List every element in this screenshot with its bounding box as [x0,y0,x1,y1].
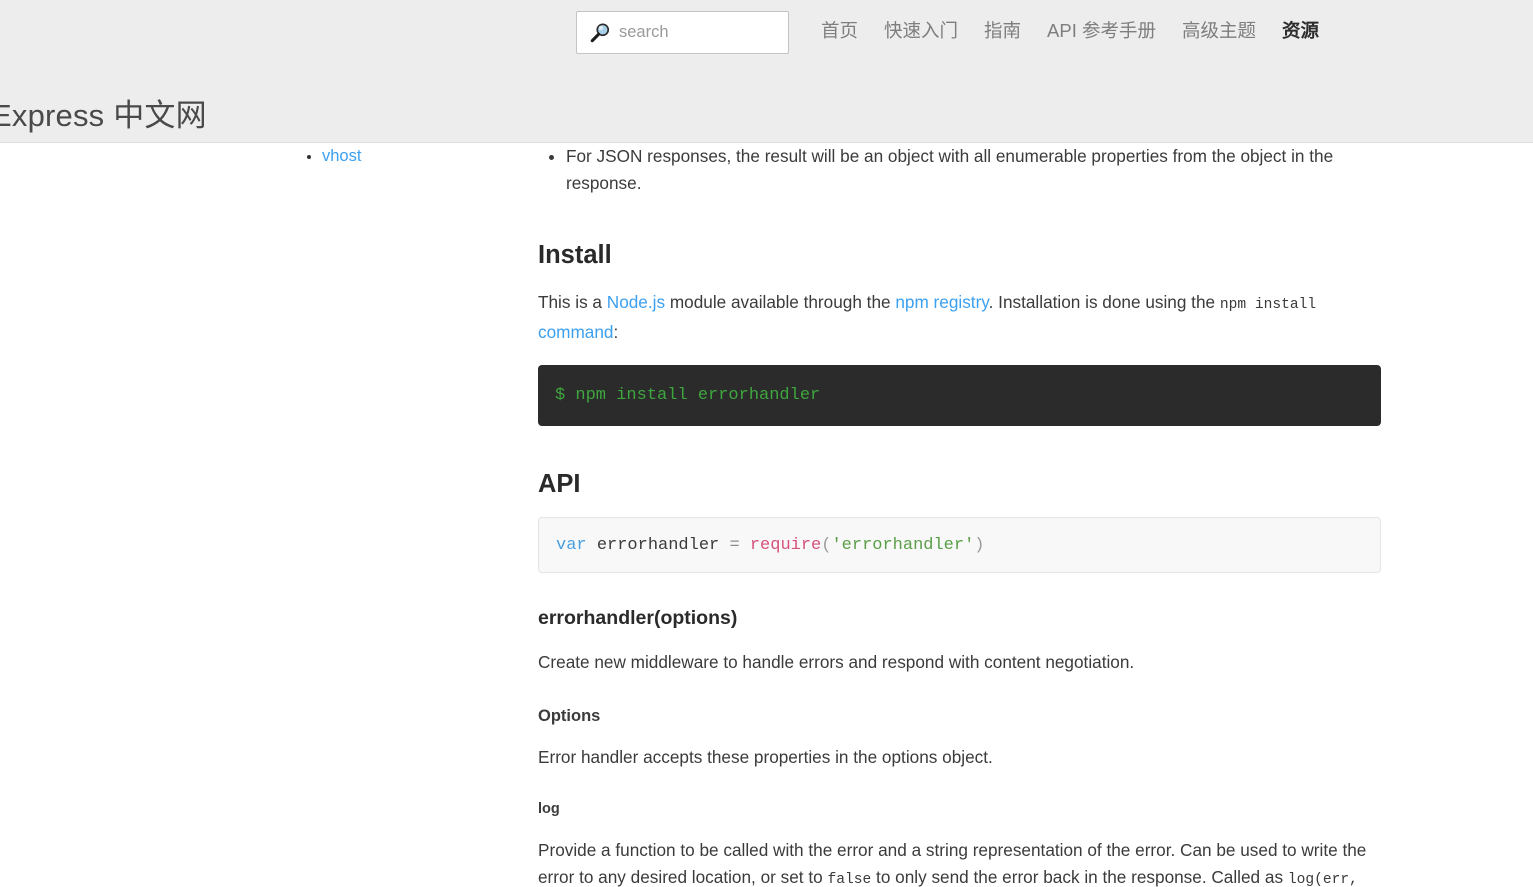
heading-install: Install [538,241,612,269]
sidebar: vhost [300,143,520,170]
heading-api: API [538,469,581,498]
token-operator: = [729,535,740,555]
heading-option-log: log [538,801,560,818]
nav-link-advanced-topics[interactable]: 高级主题 [1169,17,1269,43]
sidebar-item-vhost[interactable]: vhost [322,147,361,165]
search-input[interactable] [619,23,769,42]
token-paren-open: ( [821,535,832,555]
nav-link-resources[interactable]: 资源 [1269,17,1332,43]
site-header: 首页 快速入门 指南 API 参考手册 高级主题 资源 Express 中文网 [0,0,1533,143]
js-code-line: var errorhandler = require('errorhandler… [556,532,985,559]
install-text-1: This is a [538,291,607,312]
terminal-code-block: $ npm install errorhandler [538,364,1381,426]
token-keyword: var [556,535,587,555]
install-text-2: module available through the [665,291,896,312]
nav-link-api-reference[interactable]: API 参考手册 [1034,17,1169,43]
search-box[interactable] [576,11,789,54]
install-paragraph: This is a Node.js module available throu… [538,289,1381,346]
install-text-3: . Installation is done using the [988,291,1220,312]
main-content: For JSON responses, the result will be a… [538,143,1381,887]
heading-options: Options [538,706,601,725]
link-npm-registry[interactable]: npm registry [895,292,988,312]
js-code-block: var errorhandler = require('errorhandler… [538,517,1381,574]
inline-code-false: false [827,871,872,887]
inline-code-npm-install: npm install [1219,296,1317,313]
install-text-5: : [613,321,619,342]
link-command[interactable]: command [538,322,613,342]
link-nodejs[interactable]: Node.js [607,292,665,312]
nav-link-guide[interactable]: 指南 [971,17,1034,43]
intro-bullet-list: For JSON responses, the result will be a… [538,143,1381,197]
options-description: Error handler accepts these properties i… [538,747,993,768]
token-identifier: errorhandler [596,535,720,555]
list-item: vhost [322,143,520,170]
token-string: 'errorhandler' [831,535,975,555]
nav-link-quickstart[interactable]: 快速入门 [871,17,971,43]
heading-errorhandler-options: errorhandler(options) [538,607,738,630]
token-function: require [749,535,822,555]
list-item: For JSON responses, the result will be a… [566,143,1381,197]
terminal-command: $ npm install errorhandler [555,385,821,405]
option-log-description: Provide a function to be called with the… [538,837,1381,887]
sidebar-list: vhost [300,143,520,170]
token-paren-close: ) [974,535,985,555]
page-body: vhost For JSON responses, the result wil… [0,143,1533,887]
log-text-2: to only send the error back in the respo… [871,866,1288,887]
errorhandler-description: Create new middleware to handle errors a… [538,651,1135,672]
search-icon [590,22,610,42]
main-nav: 首页 快速入门 指南 API 参考手册 高级主题 资源 [808,17,1332,43]
site-logo[interactable]: Express 中文网 [0,90,207,135]
nav-link-home[interactable]: 首页 [808,17,871,43]
